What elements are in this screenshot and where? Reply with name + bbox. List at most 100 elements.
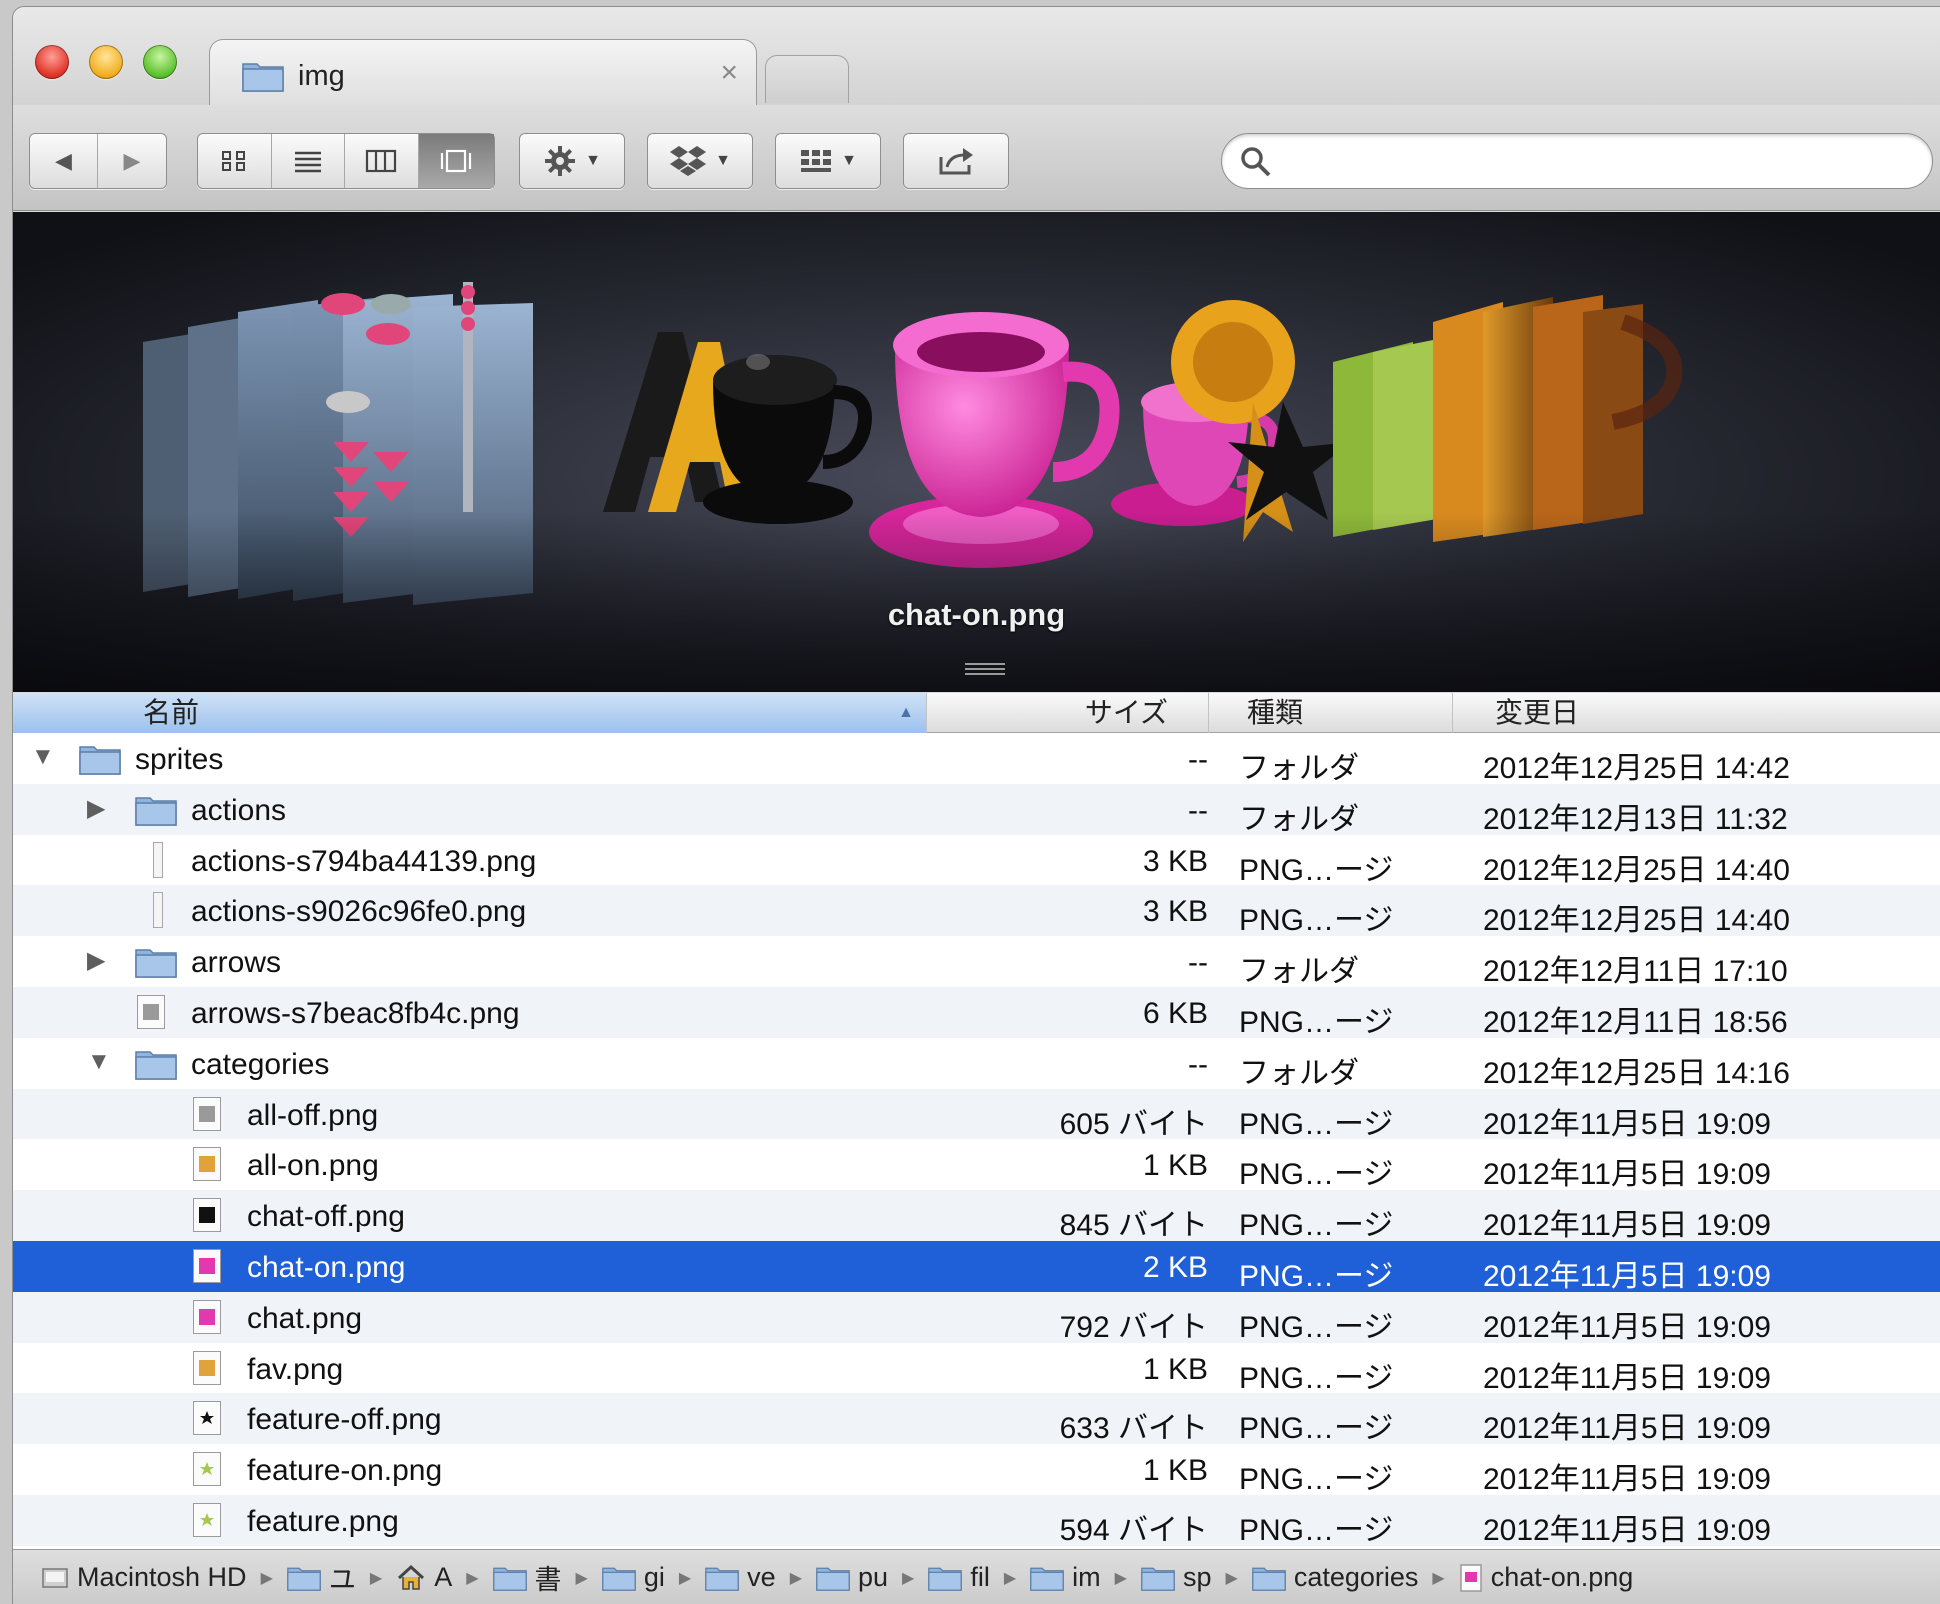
column-header-kind[interactable]: 種類 <box>1209 693 1453 733</box>
folder-icon <box>242 60 284 97</box>
table-row[interactable]: all-off.png 605 バイト PNG…ージ 2012年11月5日 19:09 <box>13 1088 1940 1141</box>
icon-view-button[interactable] <box>198 134 272 188</box>
path-item[interactable]: pu <box>816 1562 888 1593</box>
path-separator-icon: ▶ <box>369 1569 383 1587</box>
tab-img[interactable]: img × <box>209 39 757 109</box>
column-header-size[interactable]: サイズ <box>927 693 1209 733</box>
coverflow-item[interactable] <box>1433 295 1683 542</box>
table-row[interactable]: fav.png 1 KB PNG…ージ 2012年11月5日 19:09 <box>13 1343 1940 1395</box>
search-field[interactable] <box>1221 133 1933 189</box>
folder-icon <box>135 794 177 834</box>
table-row[interactable]: chat-on.png 2 KB PNG…ージ 2012年11月5日 19:09 <box>13 1240 1940 1293</box>
disclosure-collapsed-icon[interactable]: ▶ <box>87 946 105 975</box>
path-item-label: fil <box>970 1562 990 1592</box>
path-item-label: pu <box>858 1562 889 1592</box>
path-item[interactable]: categories <box>1252 1562 1418 1593</box>
file-name: all-off.png <box>247 1098 379 1132</box>
path-separator-icon: ▶ <box>466 1569 479 1587</box>
path-item-label: chat-on.png <box>1490 1562 1634 1592</box>
path-item[interactable]: Macintosh HD <box>41 1562 247 1593</box>
tab-title: img <box>298 60 345 92</box>
folder-icon <box>492 1565 527 1591</box>
list-header: 名前 ▲ サイズ 種類 変更日 <box>13 693 1940 733</box>
file-size: 845 バイト <box>1059 1209 1208 1243</box>
image-file-icon <box>193 1248 221 1283</box>
table-row[interactable]: ▼ sprites -- フォルダ 2012年12月25日 14:42 <box>13 733 1940 785</box>
path-item[interactable]: 書 <box>492 1558 562 1597</box>
back-button[interactable]: ◀ <box>30 134 98 188</box>
table-row[interactable]: ▶ actions -- フォルダ 2012年12月13日 11:32 <box>13 783 1940 836</box>
path-item[interactable]: chat-on.png <box>1459 1562 1634 1593</box>
column-view-icon <box>366 149 397 173</box>
column-view-button[interactable] <box>345 134 419 188</box>
table-row[interactable]: actions-s794ba44139.png 3 KB PNG…ージ 2012年12… <box>13 835 1940 887</box>
file-modified-date: 2012年12月25日 14:16 <box>1483 1056 1790 1090</box>
table-row[interactable]: chat-off.png 845 バイト PNG…ージ 2012年11月5日 19:0… <box>13 1190 1940 1243</box>
table-row[interactable]: ▶ arrows -- フォルダ 2012年12月11日 17:10 <box>13 936 1940 988</box>
path-separator-icon: ▶ <box>789 1569 802 1587</box>
disclosure-expanded-icon[interactable]: ▼ <box>87 1048 111 1076</box>
minimize-window-button[interactable] <box>89 45 123 79</box>
table-row[interactable]: feature-on.png 1 KB PNG…ージ 2012年11月5日 19:09 <box>13 1444 1940 1497</box>
path-item[interactable]: gi <box>602 1562 665 1593</box>
file-modified-date: 2012年12月25日 14:42 <box>1483 752 1790 785</box>
image-file-icon <box>193 1147 221 1182</box>
path-separator-icon: ▶ <box>260 1569 273 1587</box>
folder-icon <box>287 1565 321 1591</box>
image-file-icon <box>193 1299 221 1334</box>
file-name: all-on.png <box>247 1149 379 1183</box>
forward-arrow-icon: ▶ <box>123 148 141 173</box>
gear-icon <box>545 146 576 176</box>
disclosure-expanded-icon[interactable]: ▼ <box>31 743 55 771</box>
path-item[interactable]: ve <box>705 1562 776 1593</box>
file-size: 1 KB <box>1142 1454 1208 1488</box>
file-kind: PNG…ージ <box>1239 1259 1394 1293</box>
file-kind: PNG…ージ <box>1239 1107 1394 1141</box>
table-row[interactable]: chat.png 792 バイト PNG…ージ 2012年11月5日 19:09 <box>13 1291 1940 1344</box>
path-item[interactable]: im <box>1030 1562 1101 1593</box>
dropbox-menu-button[interactable]: ▼ <box>647 133 753 189</box>
resize-grip-icon[interactable] <box>963 660 1007 681</box>
coverflow-item[interactable] <box>703 354 872 524</box>
path-bar: Macintosh HD ▶ ユ ▶ A ▶ 書 ▶ gi ▶ ve ▶ pu ▶ fil ▶ im ▶ sp ▶ ca… <box>13 1549 1940 1604</box>
file-size: 1 KB <box>1142 1149 1208 1183</box>
table-row[interactable]: all-on.png 1 KB PNG…ージ 2012年11月5日 19:09 <box>13 1139 1940 1192</box>
disclosure-collapsed-icon[interactable]: ▶ <box>87 794 105 823</box>
file-modified-date: 2012年11月5日 19:09 <box>1483 1158 1771 1192</box>
column-header-name[interactable]: 名前 ▲ <box>13 693 927 733</box>
forward-button[interactable]: ▶ <box>98 134 166 188</box>
file-name: feature-off.png <box>247 1403 442 1437</box>
new-tab-button[interactable] <box>765 55 849 103</box>
file-size: 2 KB <box>1142 1250 1208 1284</box>
path-item[interactable]: A <box>396 1562 452 1593</box>
file-name: chat.png <box>247 1301 363 1335</box>
table-row[interactable]: feature-off.png 633 バイト PNG…ージ 2012年11月5日 1… <box>13 1393 1940 1446</box>
folder-icon <box>1030 1565 1064 1591</box>
coverflow-view-button[interactable] <box>418 134 494 188</box>
list-view-button[interactable] <box>272 134 345 188</box>
file-kind: PNG…ージ <box>1239 1513 1394 1547</box>
file-modified-date: 2012年11月5日 19:09 <box>1483 1107 1771 1141</box>
path-item[interactable]: fil <box>928 1562 990 1593</box>
file-name: feature.png <box>247 1504 399 1538</box>
folder-icon <box>928 1565 963 1591</box>
arrange-icon <box>801 150 832 172</box>
table-row[interactable]: arrows-s7beac8fb4c.png 6 KB PNG…ージ 2012年12月… <box>13 986 1940 1039</box>
table-row[interactable]: actions-s9026c96fe0.png 3 KB PNG…ージ 2012年12… <box>13 885 1940 937</box>
coverflow-view[interactable]: chat-on.png <box>13 212 1940 692</box>
search-input[interactable] <box>1288 144 1888 178</box>
close-window-button[interactable] <box>35 45 69 79</box>
file-kind: PNG…ージ <box>1239 1463 1394 1497</box>
table-row[interactable]: ▼ categories -- フォルダ 2012年12月25日 14:16 <box>13 1038 1940 1090</box>
action-menu-button[interactable]: ▼ <box>519 133 625 189</box>
column-header-date[interactable]: 変更日 <box>1453 693 1940 733</box>
file-name: feature-on.png <box>247 1454 443 1488</box>
share-button[interactable] <box>903 133 1009 189</box>
arrange-menu-button[interactable]: ▼ <box>775 133 881 189</box>
table-row[interactable]: feature.png 594 バイト PNG…ージ 2012年11月5日 19:09 <box>13 1494 1940 1547</box>
zoom-window-button[interactable] <box>143 45 177 79</box>
tab-close-icon[interactable]: × <box>720 56 738 90</box>
path-item[interactable]: ユ <box>287 1558 356 1597</box>
file-size: 633 バイト <box>1059 1412 1208 1446</box>
path-item[interactable]: sp <box>1141 1562 1212 1593</box>
